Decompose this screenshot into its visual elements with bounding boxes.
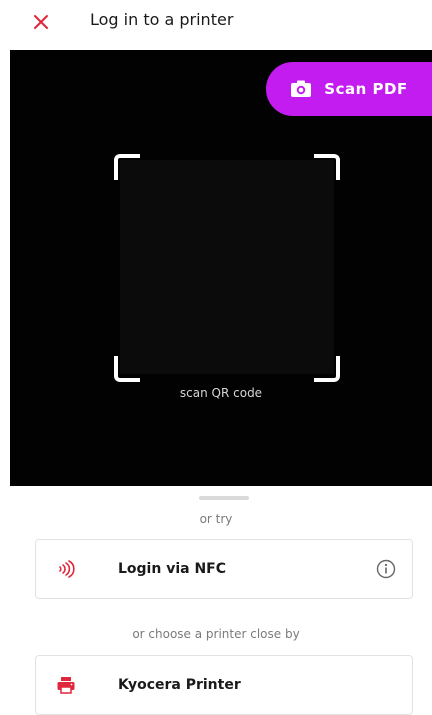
login-nfc-card[interactable]: Login via NFC bbox=[35, 539, 413, 599]
scan-pdf-label: Scan PDF bbox=[324, 80, 408, 98]
camera-icon bbox=[291, 80, 312, 97]
or-choose-label: or choose a printer close by bbox=[132, 627, 300, 641]
nfc-icon bbox=[59, 560, 75, 578]
info-icon[interactable] bbox=[376, 559, 396, 579]
scan-frame-corner-top-left bbox=[114, 154, 140, 180]
scan-pdf-button[interactable]: Scan PDF bbox=[266, 62, 432, 116]
close-icon bbox=[34, 15, 48, 29]
bottom-sheet-handle[interactable] bbox=[199, 496, 249, 500]
printer-card-kyocera[interactable]: Kyocera Printer bbox=[35, 655, 413, 715]
scan-frame-corner-bottom-right bbox=[314, 356, 340, 382]
printer-icon bbox=[57, 677, 75, 694]
printer-name-label: Kyocera Printer bbox=[118, 677, 241, 693]
page-title: Log in to a printer bbox=[90, 10, 234, 29]
or-try-label: or try bbox=[199, 512, 233, 526]
scan-qr-label: scan QR code bbox=[179, 386, 263, 400]
qr-scan-window bbox=[120, 160, 334, 374]
close-button[interactable] bbox=[28, 9, 54, 35]
scan-frame-corner-bottom-left bbox=[114, 356, 140, 382]
scan-frame-corner-top-right bbox=[314, 154, 340, 180]
camera-viewfinder: Scan PDF scan QR code bbox=[10, 50, 432, 486]
header: Log in to a printer bbox=[0, 0, 432, 44]
login-nfc-label: Login via NFC bbox=[118, 561, 227, 577]
